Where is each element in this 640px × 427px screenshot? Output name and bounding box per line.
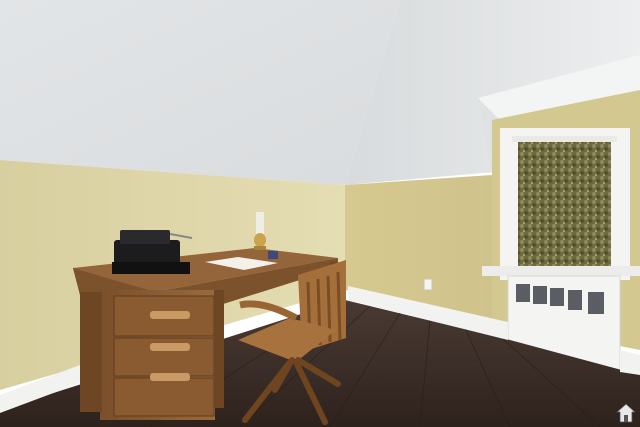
room-scene: [0, 0, 640, 427]
room-photo: [0, 0, 640, 427]
window-blind-edge: [512, 136, 617, 142]
typewriter: [112, 230, 193, 274]
desk-left-side: [80, 292, 102, 412]
wall-outlet: [423, 278, 433, 291]
desk-right-leg: [214, 290, 224, 408]
ceiling-left: [0, 0, 400, 185]
window-sill: [482, 266, 640, 276]
window-glass: [518, 142, 611, 268]
small-box: [268, 251, 278, 259]
baseboard-dormer: [620, 350, 640, 375]
